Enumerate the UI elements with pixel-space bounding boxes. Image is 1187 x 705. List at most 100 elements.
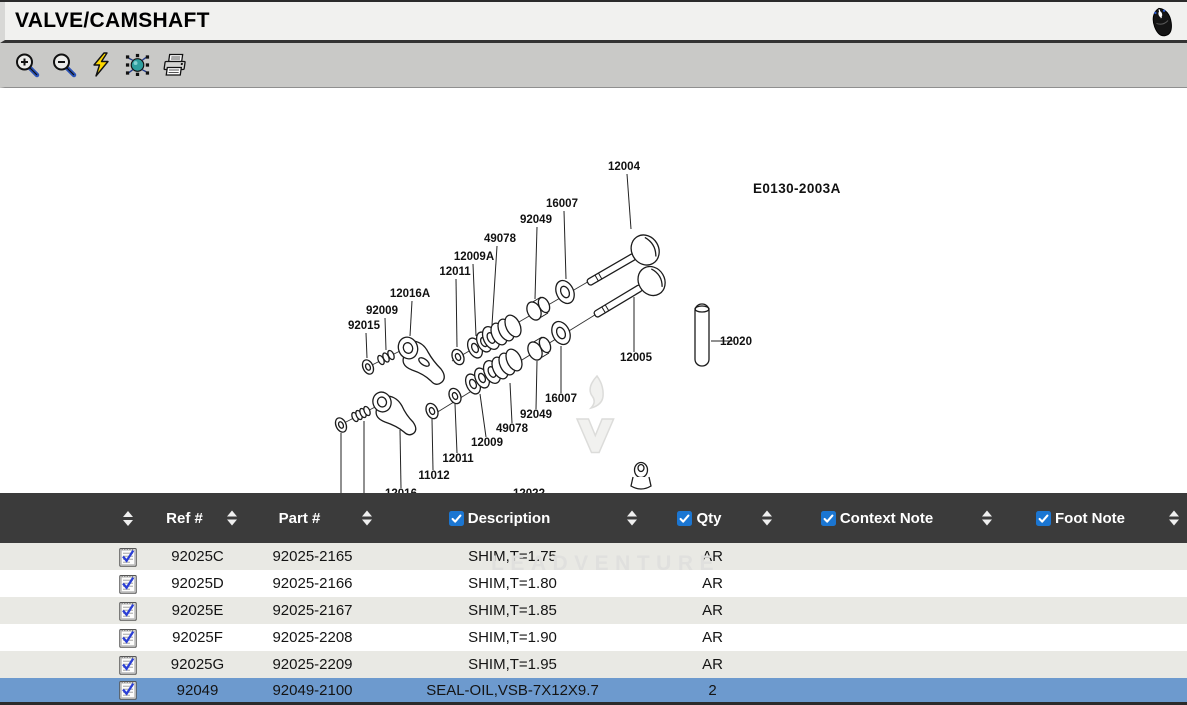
cell-context-note bbox=[780, 624, 1000, 651]
column-header-icon[interactable] bbox=[0, 493, 105, 543]
cell-foot-note bbox=[1000, 651, 1187, 678]
part-note-button[interactable] bbox=[118, 546, 138, 567]
cell-icon bbox=[105, 597, 150, 624]
column-checkbox[interactable] bbox=[821, 511, 836, 526]
cell-qty: AR bbox=[645, 651, 780, 678]
part-label-92009[interactable]: 92009 bbox=[366, 305, 398, 317]
column-header-ref[interactable]: Ref # bbox=[150, 493, 245, 543]
part-label-16007[interactable]: 16007 bbox=[546, 198, 578, 210]
part-note-button[interactable] bbox=[118, 680, 138, 701]
part-label-12011[interactable]: 12011 bbox=[442, 453, 474, 465]
part-label-12016A[interactable]: 12016A bbox=[390, 288, 430, 300]
part-label-12009A[interactable]: 12009A bbox=[454, 251, 494, 263]
part-note-button[interactable] bbox=[118, 627, 138, 648]
part-label-12011[interactable]: 12011 bbox=[439, 266, 471, 278]
column-label: Foot Note bbox=[1055, 510, 1125, 527]
sort-arrows-icon[interactable] bbox=[115, 511, 141, 526]
diagram-code: E0130-2003A bbox=[753, 181, 841, 196]
cell-ref: 92025E bbox=[150, 597, 245, 624]
cell-foot-note bbox=[1000, 570, 1187, 597]
cell-qty: 2 bbox=[645, 678, 780, 702]
sort-arrows-icon[interactable] bbox=[354, 511, 380, 526]
part-note-button[interactable] bbox=[118, 600, 138, 621]
image-select-icon bbox=[124, 52, 151, 78]
part-label-49078[interactable]: 49078 bbox=[484, 233, 517, 245]
cell-spacer bbox=[0, 543, 105, 570]
cell-ref: 92049 bbox=[150, 678, 245, 702]
part-note-button[interactable] bbox=[118, 573, 138, 594]
column-header-part[interactable]: Part # bbox=[245, 493, 380, 543]
column-header-icon[interactable] bbox=[105, 493, 150, 543]
column-header-foot-note[interactable]: Foot Note bbox=[1000, 493, 1187, 543]
cell-part: 92025-2165 bbox=[245, 543, 380, 570]
sort-arrows-icon[interactable] bbox=[1161, 511, 1187, 526]
column-checkbox[interactable] bbox=[1036, 511, 1051, 526]
sort-arrows-icon[interactable] bbox=[219, 511, 245, 526]
cell-part: 92025-2167 bbox=[245, 597, 380, 624]
column-label: Part # bbox=[279, 510, 321, 527]
column-header-description[interactable]: Description bbox=[380, 493, 645, 543]
cell-description: SHIM,T=1.90 bbox=[380, 624, 645, 651]
table-row[interactable]: 92025G 92025-2209 SHIM,T=1.95 AR bbox=[0, 651, 1187, 678]
cell-ref: 92025G bbox=[150, 651, 245, 678]
part-label-12004[interactable]: 12004 bbox=[608, 161, 641, 173]
sort-asc-icon bbox=[627, 511, 637, 517]
part-note-button[interactable] bbox=[118, 654, 138, 675]
part-label-12009[interactable]: 12009 bbox=[471, 437, 503, 449]
cell-description: SEAL-OIL,VSB-7X12X9.7 bbox=[380, 678, 645, 702]
column-label: Description bbox=[468, 510, 551, 527]
part-label-92015[interactable]: 92015 bbox=[348, 320, 381, 332]
cell-spacer bbox=[0, 597, 105, 624]
part-label-49078[interactable]: 49078 bbox=[496, 423, 529, 435]
table-header: Ref # Part # Description bbox=[0, 493, 1187, 543]
part-labels[interactable]: 1200416007920494907812009A1201112016A920… bbox=[348, 161, 752, 493]
zoom-in-button[interactable] bbox=[13, 52, 40, 79]
table-row[interactable]: 92049 92049-2100 SEAL-OIL,VSB-7X12X9.7 2 bbox=[0, 678, 1187, 702]
title-bar: VALVE/CAMSHAFT bbox=[0, 2, 1187, 43]
cell-icon bbox=[105, 543, 150, 570]
column-label: Ref # bbox=[166, 510, 203, 527]
sort-arrows-icon[interactable] bbox=[619, 511, 645, 526]
exploded-parts-diagram: 1200416007920494907812009A1201112016A920… bbox=[0, 88, 1187, 493]
column-header-context-note[interactable]: Context Note bbox=[780, 493, 1000, 543]
zoom-out-icon bbox=[51, 52, 77, 78]
column-label: Qty bbox=[696, 510, 721, 527]
sort-arrows-icon[interactable] bbox=[754, 511, 780, 526]
interactive-toggle-button[interactable] bbox=[87, 52, 114, 79]
diagram-area: 1200416007920494907812009A1201112016A920… bbox=[0, 88, 1187, 493]
column-checkbox[interactable] bbox=[449, 511, 464, 526]
note-check-icon bbox=[119, 547, 137, 567]
sort-desc-icon bbox=[762, 520, 772, 526]
part-label-12005[interactable]: 12005 bbox=[620, 352, 653, 364]
mouse-icon bbox=[1149, 5, 1175, 37]
cell-icon bbox=[105, 570, 150, 597]
part-label-92049[interactable]: 92049 bbox=[520, 409, 552, 421]
table-row[interactable]: 92025E 92025-2167 SHIM,T=1.85 AR bbox=[0, 597, 1187, 624]
column-header-qty[interactable]: Qty bbox=[645, 493, 780, 543]
table-row[interactable]: 92025F 92025-2208 SHIM,T=1.90 AR bbox=[0, 624, 1187, 651]
part-label-92049[interactable]: 92049 bbox=[520, 214, 552, 226]
part-label-12020[interactable]: 12020 bbox=[720, 336, 752, 348]
zoom-out-button[interactable] bbox=[50, 52, 77, 79]
cell-description: SHIM,T=1.95 bbox=[380, 651, 645, 678]
cell-icon bbox=[105, 624, 150, 651]
check-icon bbox=[1037, 512, 1050, 525]
sort-asc-icon bbox=[982, 511, 992, 517]
sort-desc-icon bbox=[227, 520, 237, 526]
part-label-16007[interactable]: 16007 bbox=[545, 393, 577, 405]
mouse-button[interactable] bbox=[1147, 4, 1177, 38]
cell-part: 92025-2209 bbox=[245, 651, 380, 678]
part-label-11012[interactable]: 11012 bbox=[418, 470, 449, 482]
sort-arrows-icon[interactable] bbox=[974, 511, 1000, 526]
note-check-icon bbox=[119, 628, 137, 648]
note-check-icon bbox=[119, 655, 137, 675]
image-select-button[interactable] bbox=[124, 52, 151, 79]
check-icon bbox=[822, 512, 835, 525]
toolbar bbox=[0, 43, 1187, 88]
note-check-icon bbox=[119, 680, 137, 700]
sort-asc-icon bbox=[1169, 511, 1179, 517]
print-button[interactable] bbox=[161, 52, 188, 79]
sort-desc-icon bbox=[1169, 520, 1179, 526]
column-checkbox[interactable] bbox=[677, 511, 692, 526]
column-label: Context Note bbox=[840, 510, 933, 527]
